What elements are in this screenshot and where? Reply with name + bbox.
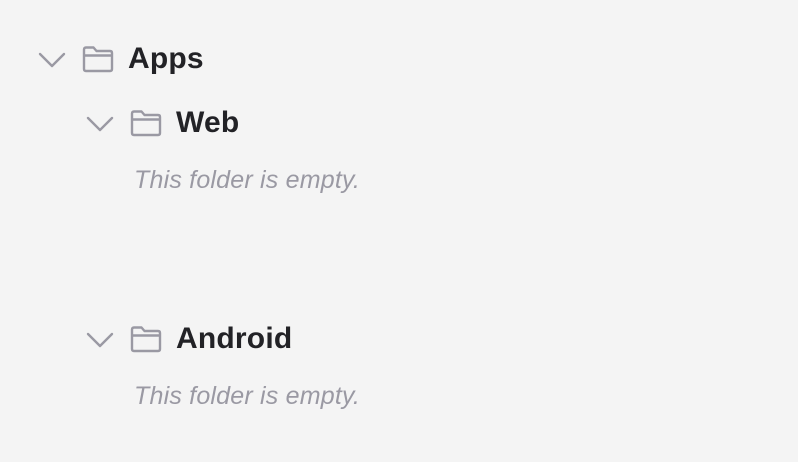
empty-folder-message: This folder is empty.: [134, 166, 361, 194]
folder-row-apps[interactable]: Apps: [36, 39, 204, 79]
empty-folder-message: This folder is empty.: [134, 382, 361, 410]
chevron-down-icon[interactable]: [84, 323, 116, 355]
folder-name: Web: [176, 106, 240, 139]
folder-icon: [128, 107, 164, 139]
chevron-down-icon[interactable]: [84, 107, 116, 139]
folder-icon: [128, 323, 164, 355]
folder-name: Android: [176, 322, 293, 355]
folder-name: Apps: [128, 42, 204, 75]
folder-row-android[interactable]: Android: [84, 319, 292, 359]
folder-row-web[interactable]: Web: [84, 103, 239, 143]
folder-tree: Apps Web This folder is empty. Android T…: [0, 0, 798, 462]
folder-icon: [80, 43, 116, 75]
chevron-down-icon[interactable]: [36, 43, 68, 75]
